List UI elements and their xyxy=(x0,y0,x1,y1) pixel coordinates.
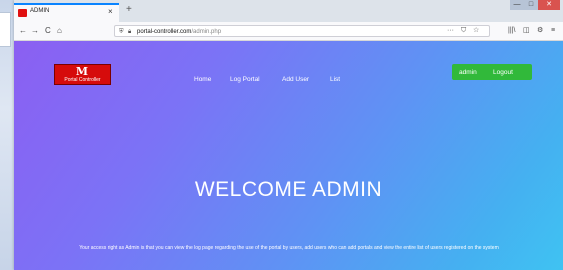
url-domain: portal-controller.com xyxy=(137,29,192,35)
minimize-button[interactable]: — xyxy=(510,0,524,10)
site-logo[interactable]: M Portal Controller xyxy=(54,64,111,85)
nav-list[interactable]: List xyxy=(330,75,340,84)
nav-home[interactable]: Home xyxy=(194,75,211,84)
tab-bar: ADMIN × + — □ ✕ xyxy=(14,0,563,22)
page-content: M Portal Controller Home Log Portal Add … xyxy=(14,41,563,270)
page-actions-icon[interactable]: ··· xyxy=(447,26,454,36)
pocket-icon[interactable]: ⛉ xyxy=(461,26,466,36)
access-description: Your access right as Admin is that you c… xyxy=(79,245,499,251)
nav-log-portal[interactable]: Log Portal xyxy=(230,75,260,84)
tab-close-icon[interactable]: × xyxy=(108,7,113,17)
maximize-button[interactable]: □ xyxy=(524,0,538,10)
menu-icon[interactable]: ≡ xyxy=(551,25,555,37)
address-bar[interactable]: ⛨ 🔒︎ portal-controller.com/admin.php ···… xyxy=(114,25,490,37)
username-label[interactable]: admin xyxy=(459,68,477,77)
nav-add-user[interactable]: Add User xyxy=(282,75,309,84)
url-text: portal-controller.com/admin.php xyxy=(137,27,221,37)
logout-button[interactable]: Logout xyxy=(493,68,513,77)
user-menu: admin Logout xyxy=(452,64,532,80)
logo-text: Portal Controller xyxy=(64,77,101,83)
library-icon[interactable]: |||\ xyxy=(508,25,515,37)
bookmark-star-icon[interactable]: ☆ xyxy=(473,26,479,36)
extension-icon[interactable]: ⚙ xyxy=(537,25,543,37)
reload-icon[interactable]: C xyxy=(45,25,51,37)
browser-toolbar: ← → C ⌂ ⛨ 🔒︎ portal-controller.com/admin… xyxy=(14,22,563,41)
window-close-button[interactable]: ✕ xyxy=(538,0,560,10)
new-tab-icon[interactable]: + xyxy=(126,5,132,15)
forward-icon[interactable]: → xyxy=(31,25,39,37)
home-icon[interactable]: ⌂ xyxy=(57,25,62,37)
tab-admin[interactable]: ADMIN × xyxy=(14,3,119,22)
shield-icon: ⛨ xyxy=(119,29,124,35)
url-path: /admin.php xyxy=(191,29,222,35)
back-icon[interactable]: ← xyxy=(19,25,27,37)
browser-window: ADMIN × + — □ ✕ ← → C ⌂ ⛨ 🔒︎ portal-cont… xyxy=(14,0,563,270)
desktop-window-edge xyxy=(0,12,11,47)
tab-title: ADMIN xyxy=(30,8,50,14)
welcome-heading: WELCOME ADMIN xyxy=(194,178,383,201)
desktop-background xyxy=(0,0,14,270)
lock-icon: 🔒︎ xyxy=(128,29,132,35)
favicon-icon xyxy=(18,9,27,17)
sidebar-icon[interactable]: ◫ xyxy=(523,25,530,37)
